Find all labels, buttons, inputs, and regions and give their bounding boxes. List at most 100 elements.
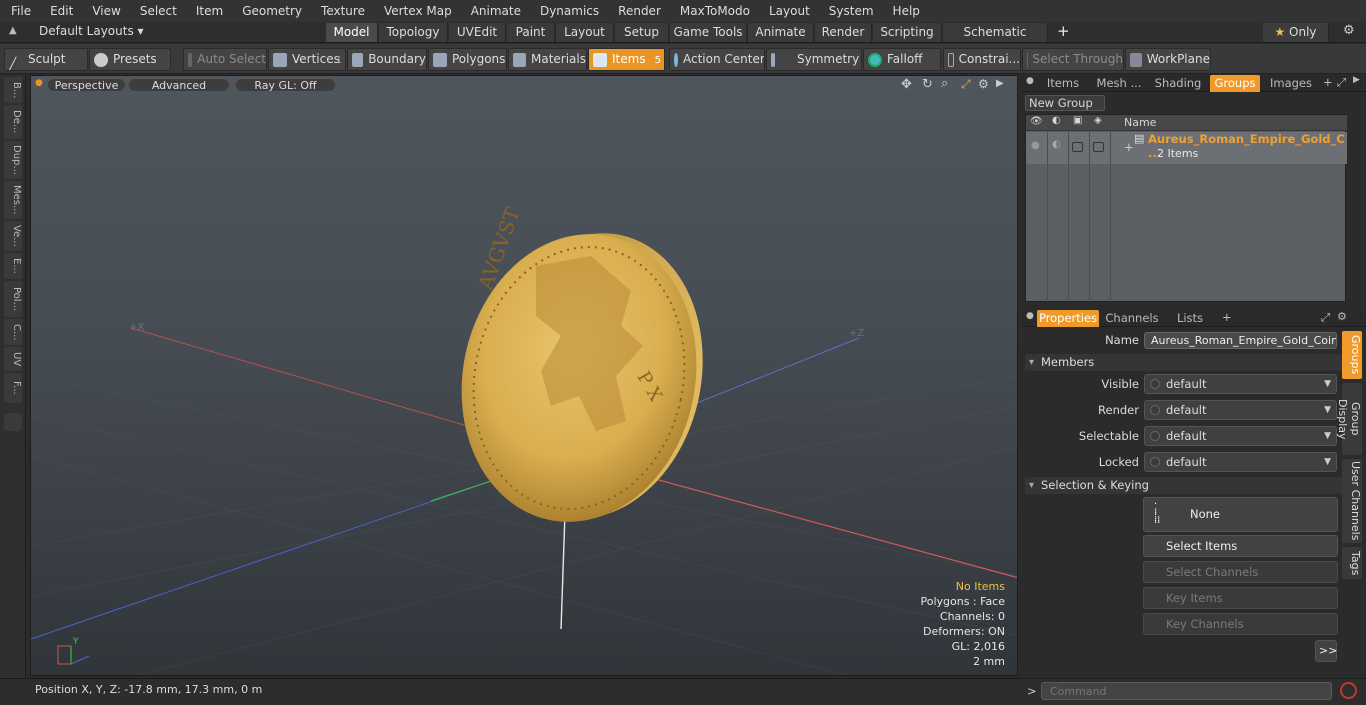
menu-edit[interactable]: Edit <box>39 0 81 22</box>
tab-game-tools[interactable]: Game Tools <box>670 23 747 42</box>
items-button[interactable]: Items 5 <box>588 48 665 71</box>
row-visible-icon[interactable]: ● <box>1031 140 1040 151</box>
collapse-arrow-icon[interactable]: ▲ <box>9 25 17 36</box>
name-input[interactable]: Aureus_Roman_Empire_Gold_Coin (4) <box>1144 332 1337 349</box>
constrain-button[interactable]: Constrai... <box>943 48 1021 71</box>
symmetry-button[interactable]: Symmetry <box>766 48 862 71</box>
left-tab-fusion[interactable]: F... <box>4 373 22 403</box>
menu-system[interactable]: System <box>818 0 882 22</box>
command-input[interactable] <box>1041 682 1332 700</box>
left-tab-duplicate[interactable]: Dup... <box>4 141 22 179</box>
select-through-button[interactable]: Select Through <box>1022 48 1124 71</box>
menu-render[interactable]: Render <box>607 0 669 22</box>
tab-lists[interactable]: Lists <box>1164 310 1216 327</box>
gear-icon[interactable]: ⚙ <box>1343 23 1355 38</box>
menu-animate[interactable]: Animate <box>460 0 529 22</box>
auto-select-button[interactable]: Auto Select <box>183 48 267 71</box>
materials-button[interactable]: Materials <box>508 48 587 71</box>
tab-render[interactable]: Render <box>815 23 872 42</box>
panel-menu-dot-icon[interactable]: ● <box>1026 76 1034 86</box>
selection-keying-section[interactable]: Selection & Keying <box>1025 477 1361 494</box>
viewport-more-icon[interactable]: ▶ <box>996 78 1004 89</box>
action-center-button[interactable]: Action Center <box>669 48 765 71</box>
menu-maxtomodo[interactable]: MaxToModo <box>669 0 758 22</box>
tab-setup[interactable]: Setup <box>615 23 669 42</box>
fit-view-icon[interactable]: ⤢ <box>961 77 971 92</box>
layout-selector[interactable]: Default Layouts ▾ <box>39 24 144 38</box>
render-select[interactable]: default ▼ <box>1144 400 1337 420</box>
props-gear-icon[interactable]: ⚙ <box>1337 310 1347 323</box>
shading-advanced-button[interactable]: Advanced <box>128 78 230 92</box>
tab-properties[interactable]: Properties <box>1037 310 1099 327</box>
tab-channels[interactable]: Channels <box>1103 310 1161 327</box>
menu-item[interactable]: Item <box>185 0 231 22</box>
tab-scripting[interactable]: Scripting <box>873 23 942 42</box>
eye-icon[interactable]: 👁 <box>1030 116 1043 127</box>
locked-select[interactable]: default ▼ <box>1144 452 1337 472</box>
left-tab-polygon[interactable]: Pol... <box>4 281 22 317</box>
falloff-button[interactable]: Falloff <box>863 48 941 71</box>
tab-uvedit[interactable]: UVEdit <box>449 23 506 42</box>
record-icon[interactable] <box>1340 682 1357 699</box>
select-cube-icon[interactable]: ◈ <box>1094 115 1102 126</box>
panel-more-icon[interactable]: ▶ <box>1353 75 1360 85</box>
tab-paint[interactable]: Paint <box>507 23 555 42</box>
add-tab-button[interactable]: + <box>1057 22 1070 40</box>
presets-button[interactable]: Presets <box>89 48 171 71</box>
left-tab-mesh[interactable]: Mes... <box>4 181 22 219</box>
3d-viewport[interactable]: +X +Z AVGVST P X Y ● Perspective Advance… <box>30 75 1018 676</box>
menu-file[interactable]: File <box>0 0 39 22</box>
raygl-button[interactable]: Ray GL: Off <box>235 78 336 92</box>
vtab-group-display[interactable]: Group Display <box>1336 383 1362 455</box>
vtab-tags[interactable]: Tags <box>1342 547 1362 579</box>
selectable-select[interactable]: default ▼ <box>1144 426 1337 446</box>
tab-schematic-fusion[interactable]: Schematic Fusion <box>943 23 1048 58</box>
left-tab-vertex[interactable]: Ve... <box>4 221 22 251</box>
row-render-icon[interactable]: ◐ <box>1052 139 1061 150</box>
tab-animate[interactable]: Animate <box>748 23 814 42</box>
left-tab-basic[interactable]: B... <box>4 77 22 103</box>
row-lock-checkbox[interactable] <box>1072 142 1083 152</box>
menu-help[interactable]: Help <box>882 0 928 22</box>
visible-select[interactable]: default ▼ <box>1144 374 1337 394</box>
none-button[interactable]: · ⁞ ⁞⁞ None <box>1143 497 1338 532</box>
more-button[interactable]: >> <box>1315 640 1337 662</box>
menu-vertex-map[interactable]: Vertex Map <box>373 0 460 22</box>
vtab-groups[interactable]: Groups <box>1342 331 1362 379</box>
select-channels-button[interactable]: Select Channels <box>1143 561 1338 583</box>
polygons-button[interactable]: Polygons <box>428 48 507 71</box>
menu-layout[interactable]: Layout <box>758 0 818 22</box>
left-strip-toggle[interactable] <box>4 413 22 431</box>
menu-view[interactable]: View <box>81 0 128 22</box>
vtab-user-channels[interactable]: User Channels <box>1342 459 1362 543</box>
viewport-menu-dot-icon[interactable]: ● <box>35 78 43 88</box>
tab-images[interactable]: Images <box>1262 75 1320 92</box>
zoom-view-icon[interactable]: ⌕ <box>941 76 948 91</box>
expand-props-icon[interactable]: ⤢ <box>1321 310 1330 325</box>
group-row[interactable]: ● ◐ + ▤ Aureus_Roman_Empire_Gold_C ... 2… <box>1026 132 1347 164</box>
tab-layout[interactable]: Layout <box>556 23 614 42</box>
tab-topology[interactable]: Topology <box>379 23 448 42</box>
left-tab-deform[interactable]: De... <box>4 105 22 139</box>
move-view-icon[interactable]: ✥ <box>901 77 912 92</box>
new-group-button[interactable]: New Group <box>1025 95 1105 111</box>
tab-mesh[interactable]: Mesh ... <box>1091 75 1147 92</box>
menu-texture[interactable]: Texture <box>310 0 373 22</box>
view-perspective-button[interactable]: Perspective <box>47 78 126 92</box>
select-items-button[interactable]: Select Items <box>1143 535 1338 557</box>
left-tab-curve[interactable]: C... <box>4 319 22 345</box>
rotate-view-icon[interactable]: ↻ <box>922 77 933 92</box>
left-tab-uv[interactable]: UV <box>4 347 22 371</box>
viewport-gear-icon[interactable]: ⚙ <box>978 77 989 91</box>
lock-cube-icon[interactable]: ▣ <box>1073 115 1082 126</box>
left-tab-edge[interactable]: E... <box>4 253 22 279</box>
expand-panel-icon[interactable]: ⤢ <box>1337 75 1346 90</box>
render-icon[interactable]: ◐ <box>1052 115 1061 126</box>
menu-geometry[interactable]: Geometry <box>231 0 310 22</box>
tab-shading[interactable]: Shading <box>1149 75 1207 92</box>
row-select-checkbox[interactable] <box>1093 142 1104 152</box>
key-channels-button[interactable]: Key Channels <box>1143 613 1338 635</box>
tab-model[interactable]: Model <box>326 23 378 42</box>
workplane-button[interactable]: WorkPlane <box>1125 48 1211 71</box>
sculpt-button[interactable]: ╱ Sculpt <box>4 48 88 71</box>
